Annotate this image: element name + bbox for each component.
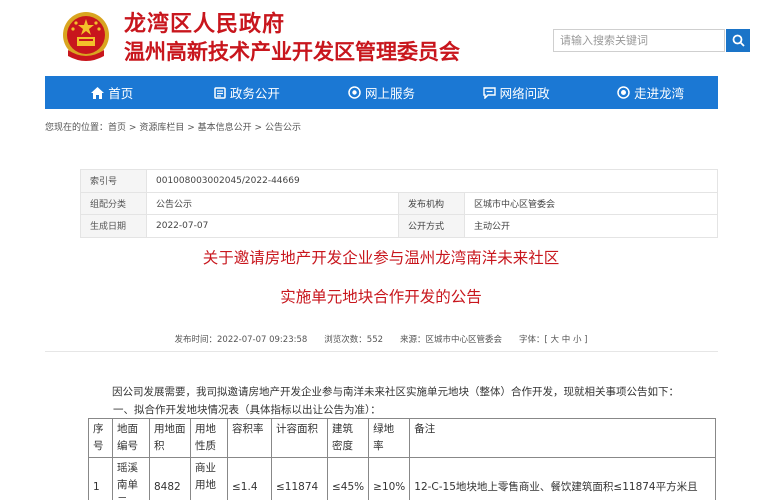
nav-item-about-longwan[interactable]: 走进龙湾 (583, 76, 718, 109)
meta-label: 生成日期 (80, 214, 147, 238)
table-cell: ≤1.4 (227, 457, 272, 500)
meta-label: 组配分类 (80, 191, 147, 215)
breadcrumb-link-home[interactable]: 首页 (108, 123, 126, 133)
site-title-line1: 龙湾区人民政府 (124, 11, 286, 37)
column-header: 用地面积 (149, 418, 191, 458)
breadcrumb-link-resource[interactable]: 资源库栏目 (139, 123, 184, 133)
column-header: 建筑 密度 (326, 418, 370, 458)
meta-value-mode: 主动公开 (464, 214, 718, 238)
info-meta-table: 索引号 001008003002045/2022-44669 组配分类 公告公示… (80, 169, 718, 238)
service-icon (348, 86, 361, 99)
search-button[interactable] (726, 29, 750, 52)
column-header: 备注 (409, 418, 717, 458)
table-header-row: 序号 地面 编号 用地面积 用地 性质 容积率 计容面积 建筑 密度 绿地率 备注 (88, 418, 717, 458)
table-cell: 1 (88, 457, 113, 500)
nav-item-label: 网上服务 (364, 86, 415, 101)
nav-item-gov-affairs[interactable]: 政务公开 (180, 76, 315, 109)
nav-item-label: 网络问政 (499, 86, 550, 101)
meta-value-issuer: 区城市中心区管委会 (464, 191, 718, 215)
table-cell: ≤11874 (271, 457, 328, 500)
table-cell: ≥10% (368, 457, 411, 500)
meta-row: 组配分类 公告公示 发布机构 区城市中心区管委会 (80, 191, 718, 215)
national-emblem-icon (63, 12, 109, 61)
column-header: 容积率 (227, 418, 272, 458)
meta-row: 索引号 001008003002045/2022-44669 (80, 169, 718, 193)
table-cell: 商业 用地 (190, 457, 228, 500)
table-cell: 8482 (149, 457, 191, 500)
search-icon (732, 34, 745, 47)
meta-value-index: 001008003002045/2022-44669 (146, 169, 718, 193)
nav-item-online-inquiry[interactable]: 网络问政 (449, 76, 584, 109)
article-section-heading: 一、拟合作开发地块情况表（具体指标以出让公告为准）： (113, 404, 381, 416)
article-paragraph: 因公司发展需要，我司拟邀请房地产开发企业参与南洋未来社区实施单元地块（整体）合作… (112, 386, 679, 398)
chat-icon (482, 86, 496, 99)
breadcrumb-separator: > (128, 123, 137, 133)
breadcrumb-separator: > (187, 123, 195, 133)
meta-row: 生成日期 2022-07-07 公开方式 主动公开 (80, 214, 718, 238)
plot-info-table: 序号 地面 编号 用地面积 用地 性质 容积率 计容面积 建筑 密度 绿地率 备注 1… (88, 418, 717, 500)
table-row: 1 瑶溪南单元 8482 商业用地 ≤1.4 ≤11874 ≤45% ≥10% … (88, 457, 717, 500)
breadcrumb: 您现在的位置：首页 > 资源库栏目 > 基本信息公开 > 公告公示 (45, 120, 301, 133)
meta-label: 公开方式 (398, 214, 465, 238)
breadcrumb-separator: > (254, 123, 263, 133)
breadcrumb-prefix: 您现在的位置： (45, 123, 109, 133)
column-header: 序号 (88, 418, 113, 458)
article-title-line2: 实施单元地块合作开发的公告 (280, 288, 482, 306)
document-icon (214, 86, 226, 99)
divider (45, 351, 718, 352)
nav-item-label: 首页 (108, 86, 134, 101)
home-icon (91, 86, 105, 99)
breadcrumb-link-notice[interactable]: 公告公示 (265, 123, 301, 133)
nav-item-label: 政务公开 (229, 86, 280, 101)
eye-icon (617, 86, 630, 99)
site-title: 龙湾区人民政府 温州高新技术产业开发区管理委员会 (124, 10, 460, 66)
search-input[interactable]: 请输入搜索关键词 (553, 29, 725, 52)
site-header: 龙湾区人民政府 温州高新技术产业开发区管理委员会 请输入搜索关键词 (0, 0, 762, 76)
meta-value-category: 公告公示 (146, 191, 399, 215)
main-nav: 首页 政务公开 网上服务 网络问政 走进龙湾 (45, 76, 718, 109)
table-cell: ≤45% (326, 457, 370, 500)
article-title-line1: 关于邀请房地产开发企业参与温州龙湾南洋未来社区 (202, 249, 560, 267)
publish-info: 发布时间：2022-07-07 09:23:58 浏览次数：552 来源：区城市… (174, 335, 588, 345)
table-cell: 瑶溪南单元 (112, 457, 150, 500)
column-header: 计容面积 (271, 418, 328, 458)
nav-item-home[interactable]: 首页 (45, 76, 180, 109)
meta-label: 索引号 (80, 169, 147, 193)
meta-value-date: 2022-07-07 (146, 214, 399, 238)
nav-item-online-service[interactable]: 网上服务 (314, 76, 449, 109)
column-header: 用地 性质 (190, 418, 228, 458)
site-title-line2: 温州高新技术产业开发区管理委员会 (124, 39, 460, 64)
breadcrumb-link-basic-info[interactable]: 基本信息公开 (198, 123, 252, 133)
column-header: 绿地率 (368, 418, 411, 458)
nav-item-label: 走进龙湾 (634, 86, 685, 101)
meta-label: 发布机构 (398, 191, 465, 215)
column-header: 地面 编号 (112, 418, 150, 458)
table-cell: 12-C-15地块地上零售商业、餐饮建筑面积≤11874平方米且 (409, 457, 717, 500)
